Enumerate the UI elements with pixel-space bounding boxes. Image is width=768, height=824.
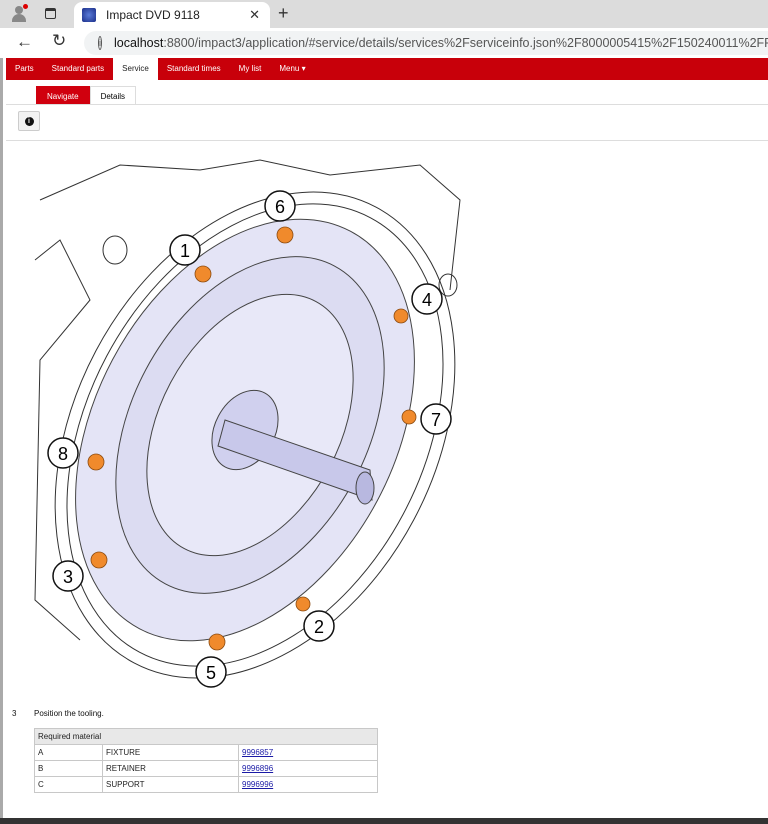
callout-1: 1 xyxy=(169,234,201,266)
reload-button[interactable]: ↻ xyxy=(52,31,66,51)
shaft-end xyxy=(355,471,375,505)
table-header: Required material xyxy=(34,728,378,745)
subtab-divider xyxy=(6,104,768,105)
url-path: :8800/impact3/application/#service/detai… xyxy=(163,36,768,50)
browser-tab[interactable]: Impact DVD 9118 ✕ xyxy=(74,2,270,28)
part-link[interactable]: 9996857 xyxy=(242,748,273,757)
address-bar-row: ← ↻ i localhost:8800/impact3/application… xyxy=(0,28,768,58)
bolt-4 xyxy=(393,308,409,324)
subtabs: Navigate Details xyxy=(36,86,137,105)
cell-id: B xyxy=(34,760,103,777)
svg-text:4: 4 xyxy=(422,290,432,310)
callout-7: 7 xyxy=(420,403,452,435)
nav-parts[interactable]: Parts xyxy=(6,58,43,80)
svg-text:8: 8 xyxy=(58,444,68,464)
back-button[interactable]: ← xyxy=(16,32,33,52)
site-info-icon[interactable]: i xyxy=(98,36,102,50)
callout-2: 2 xyxy=(303,610,335,642)
bolt-6 xyxy=(276,226,294,244)
bolt-2 xyxy=(295,596,311,612)
step-number: 3 xyxy=(12,709,17,718)
close-tab-icon[interactable]: ✕ xyxy=(249,7,260,23)
cell-id: A xyxy=(34,744,103,761)
tab-navigate[interactable]: Navigate xyxy=(36,86,90,105)
nav-menu[interactable]: Menu ▾ xyxy=(270,58,314,80)
callout-4: 4 xyxy=(411,283,443,315)
cell-name: FIXTURE xyxy=(102,744,239,761)
table-row: C SUPPORT 9996996 xyxy=(34,776,378,793)
toolbar-divider xyxy=(6,140,768,141)
callout-5: 5 xyxy=(195,656,227,688)
url-host: localhost xyxy=(114,36,164,50)
svg-text:6: 6 xyxy=(275,197,285,217)
svg-text:3: 3 xyxy=(63,567,73,587)
taskbar-edge xyxy=(0,818,768,824)
bolt-8 xyxy=(87,453,105,471)
svg-text:1: 1 xyxy=(180,241,190,261)
table-row: B RETAINER 9996896 xyxy=(34,760,378,777)
part-link[interactable]: 9996896 xyxy=(242,764,273,773)
nav-service[interactable]: Service xyxy=(113,58,158,82)
nav-standard-times[interactable]: Standard times xyxy=(158,58,230,80)
mount-hole xyxy=(102,235,128,265)
nav-standard-parts[interactable]: Standard parts xyxy=(43,58,113,80)
bolt-7 xyxy=(401,409,417,425)
cell-id: C xyxy=(34,776,103,793)
info-button[interactable]: i xyxy=(18,111,40,131)
tab-title: Impact DVD 9118 xyxy=(106,8,200,22)
bolt-5 xyxy=(208,633,226,651)
table-row: A FIXTURE 9996857 xyxy=(34,744,378,761)
svg-text:7: 7 xyxy=(431,410,441,430)
cell-name: RETAINER xyxy=(102,760,239,777)
callout-3: 3 xyxy=(52,560,84,592)
step-text: Position the tooling. xyxy=(34,709,104,718)
bolt-3 xyxy=(90,551,108,569)
required-material-table: Required material A FIXTURE 9996857 B RETAI… xyxy=(34,728,378,793)
profile-icon[interactable] xyxy=(12,4,28,22)
left-edge xyxy=(0,58,3,824)
cell-name: SUPPORT xyxy=(102,776,239,793)
callout-8: 8 xyxy=(47,437,79,469)
new-tab-button[interactable]: + xyxy=(278,3,289,24)
tab-actions-icon[interactable] xyxy=(45,8,56,19)
main-nav: Parts Standard parts Service Standard ti… xyxy=(6,58,768,82)
info-icon: i xyxy=(24,116,34,126)
url-input[interactable]: i localhost:8800/impact3/application/#se… xyxy=(84,31,768,55)
clutch-illustration: 1 2 3 4 5 6 7 8 xyxy=(34,159,461,688)
svg-text:2: 2 xyxy=(314,617,324,637)
step-3: 3 Position the tooling. xyxy=(12,709,104,718)
nav-my-list[interactable]: My list xyxy=(230,58,271,80)
bolt-1 xyxy=(194,265,212,283)
tab-details[interactable]: Details xyxy=(89,86,137,105)
browser-tabstrip: Impact DVD 9118 ✕ + xyxy=(0,0,768,28)
favicon-icon xyxy=(82,8,96,22)
svg-text:5: 5 xyxy=(206,663,216,683)
part-link[interactable]: 9996996 xyxy=(242,780,273,789)
callout-6: 6 xyxy=(264,190,296,222)
